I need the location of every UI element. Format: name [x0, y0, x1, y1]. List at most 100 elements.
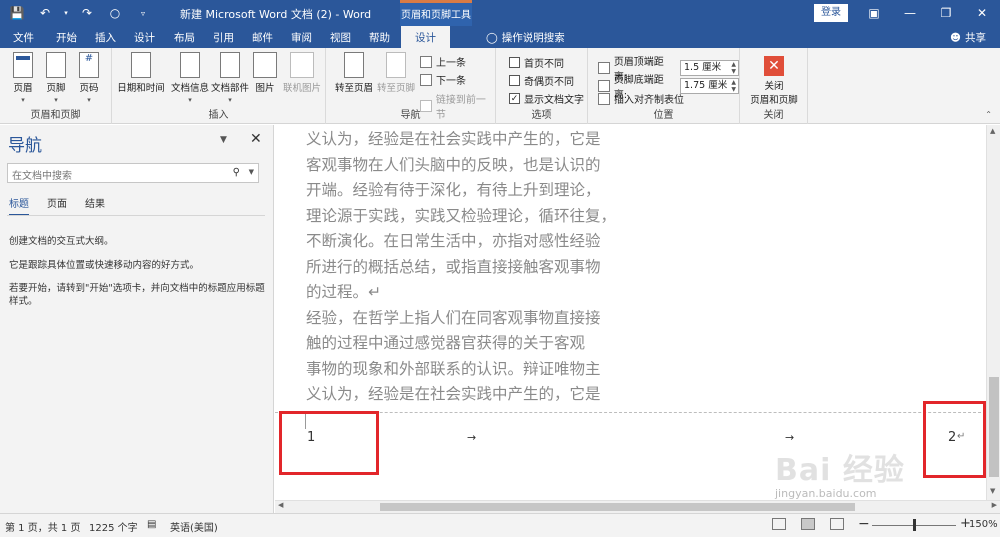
quick-parts-button[interactable]: 文档部件 ▾: [208, 52, 252, 105]
horizontal-scroll-thumb[interactable]: [380, 503, 855, 511]
picture-button[interactable]: 图片: [250, 52, 280, 94]
next-button[interactable]: 下一条: [420, 72, 466, 87]
previous-button[interactable]: 上一条: [420, 54, 466, 69]
goto-header-label: 转至页眉: [334, 83, 373, 94]
doc-info-button[interactable]: 文档信息 ▾: [168, 52, 212, 105]
nav-tab-pages[interactable]: 页面: [47, 195, 67, 216]
print-layout-button[interactable]: [801, 518, 815, 530]
footer-bottom-spinner[interactable]: 1.75 厘米 ▲ ▼: [680, 78, 739, 94]
redo-icon[interactable]: ↷: [76, 3, 98, 23]
scroll-left-icon[interactable]: ◀: [278, 501, 283, 509]
circle-icon[interactable]: ○: [104, 3, 126, 23]
close-icon[interactable]: ✕: [964, 0, 1000, 26]
body-line: 义认为，经验是在社会实践中产生的，它是: [306, 130, 601, 148]
scroll-up-icon[interactable]: ▲: [990, 127, 995, 135]
tab-mark-arrow-icon: →: [785, 431, 795, 444]
scroll-right-icon[interactable]: ▶: [992, 501, 997, 509]
close-header-footer-button[interactable]: ✕ 关闭 页眉和页脚: [744, 56, 804, 106]
group-insert: 日期和时间 文档信息 ▾ 文档部件 ▾ 图片 联机图片 插入: [112, 48, 326, 124]
body-line: 开端。经验有待于深化，有待上升到理论，: [306, 181, 601, 199]
footer-button-label: 页脚: [46, 83, 66, 94]
restore-icon[interactable]: ❐: [928, 0, 964, 26]
footer-icon: [46, 52, 66, 78]
page-number-button[interactable]: # 页码 ▾: [69, 52, 109, 105]
nav-tab-headings[interactable]: 标题: [9, 195, 29, 216]
group-navigation: 转至页眉 转至页脚 上一条 下一条 链接到前一节 导航: [326, 48, 496, 124]
ribbon-display-options-icon[interactable]: ▣: [856, 0, 892, 26]
minimize-icon[interactable]: —: [892, 0, 928, 26]
proofing-icon[interactable]: ▤: [147, 519, 156, 530]
share-button[interactable]: ☻ 共享: [950, 30, 986, 45]
tab-review[interactable]: 审阅: [291, 30, 312, 45]
tab-references[interactable]: 引用: [213, 30, 234, 45]
vertical-scrollbar[interactable]: ▲ ▼: [986, 125, 1000, 500]
language-indicator[interactable]: 英语(美国): [170, 519, 218, 534]
nav-search-input[interactable]: 在文档中搜索 ⚲ ▼: [7, 163, 259, 183]
doc-info-label: 文档信息: [170, 83, 209, 94]
tab-layout[interactable]: 布局: [174, 30, 195, 45]
zoom-level[interactable]: 150%: [969, 519, 998, 530]
horizontal-scrollbar[interactable]: ◀ ▶: [275, 500, 1000, 513]
insert-alignment-tab-button[interactable]: 插入对齐制表位: [598, 91, 684, 106]
group-insert-label: 插入: [208, 110, 229, 121]
tab-mark-arrow-icon: →: [467, 431, 477, 444]
read-mode-button[interactable]: [772, 518, 786, 530]
next-label: 下一条: [436, 76, 466, 87]
goto-header-button[interactable]: 转至页眉: [332, 52, 376, 94]
first-page-checkbox-box: [509, 57, 520, 68]
scroll-down-icon[interactable]: ▼: [990, 487, 995, 495]
word-count[interactable]: 1225 个字: [89, 519, 138, 534]
picture-icon: [253, 52, 277, 78]
footer-bottom-value: 1.75 厘米: [684, 80, 728, 91]
odd-even-different-checkbox[interactable]: 奇偶页不同: [509, 73, 574, 88]
undo-icon[interactable]: ↶: [34, 3, 56, 23]
search-icon[interactable]: ⚲: [233, 167, 240, 178]
close-line2: 页眉和页脚: [750, 95, 798, 106]
page-number-button-label: 页码: [79, 83, 99, 94]
nav-pane-title: 导航: [8, 136, 42, 156]
previous-icon: [420, 55, 432, 68]
tab-help[interactable]: 帮助: [369, 30, 390, 45]
tab-insert[interactable]: 插入: [95, 30, 116, 45]
tab-design-doc[interactable]: 设计: [134, 30, 155, 45]
ribbon: 页眉 ▾ 页脚 ▾ # 页码 ▾ 页眉和页脚 日期和时间 文档信息 ▾ 文档部件 ▾ 图片: [0, 48, 1000, 124]
tab-mailings[interactable]: 邮件: [252, 30, 273, 45]
group-close-label: 关闭: [763, 110, 784, 121]
tab-file[interactable]: 文件: [13, 30, 34, 45]
online-picture-label: 联机图片: [282, 83, 321, 94]
body-line: 的过程。↵: [306, 283, 381, 301]
zoom-out-button[interactable]: −: [858, 516, 870, 532]
online-picture-button[interactable]: 联机图片: [280, 52, 324, 94]
customize-qat-icon[interactable]: ▿: [132, 3, 154, 23]
title-bar: 💾 ↶ ▾ ↷ ○ ▿ 新建 Microsoft Word 文档 (2) - W…: [0, 0, 1000, 26]
tell-me-search[interactable]: ◯ 操作说明搜索: [486, 30, 565, 45]
next-icon: [420, 73, 432, 86]
login-button[interactable]: 登录: [814, 4, 848, 22]
vertical-scroll-thumb[interactable]: [989, 377, 999, 477]
page-count[interactable]: 第 1 页，共 1 页: [5, 519, 80, 534]
group-navigation-label: 导航: [400, 110, 421, 121]
undo-dropdown-icon[interactable]: ▾: [62, 3, 70, 23]
date-time-button[interactable]: 日期和时间: [116, 52, 166, 94]
tab-view[interactable]: 视图: [330, 30, 351, 45]
tab-home[interactable]: 开始: [56, 30, 77, 45]
nav-tabs: 标题 页面 结果: [9, 195, 105, 216]
show-document-text-checkbox[interactable]: ✓ 显示文档文字: [509, 91, 584, 106]
nav-tab-results[interactable]: 结果: [85, 195, 105, 216]
first-page-different-checkbox[interactable]: 首页不同: [509, 55, 564, 70]
zoom-slider-thumb[interactable]: [913, 519, 916, 531]
doc-info-icon: [180, 52, 200, 78]
tab-header-footer-design[interactable]: 设计: [401, 26, 450, 48]
person-icon: ☻: [950, 31, 961, 44]
collapse-ribbon-icon[interactable]: ⌃: [985, 110, 992, 119]
document-area[interactable]: 义认为，经验是在社会实践中产生的，它是 客观事物在人们头脑中的反映，也是认识的 …: [275, 125, 986, 500]
search-dropdown-icon[interactable]: ▼: [249, 168, 254, 176]
web-layout-button[interactable]: [830, 518, 844, 530]
ribbon-tabs: 文件 开始 插入 设计 布局 引用 邮件 审阅 视图 帮助 设计 ◯ 操作说明搜…: [0, 26, 1000, 48]
nav-close-icon[interactable]: ✕: [250, 131, 262, 147]
body-line: 义认为，经验是在社会实践中产生的，它是: [306, 385, 601, 403]
nav-options-dropdown-icon[interactable]: ▼: [220, 135, 227, 145]
footer-boundary: [275, 412, 986, 413]
goto-footer-button[interactable]: 转至页脚: [374, 52, 418, 94]
save-icon[interactable]: 💾: [6, 3, 28, 23]
